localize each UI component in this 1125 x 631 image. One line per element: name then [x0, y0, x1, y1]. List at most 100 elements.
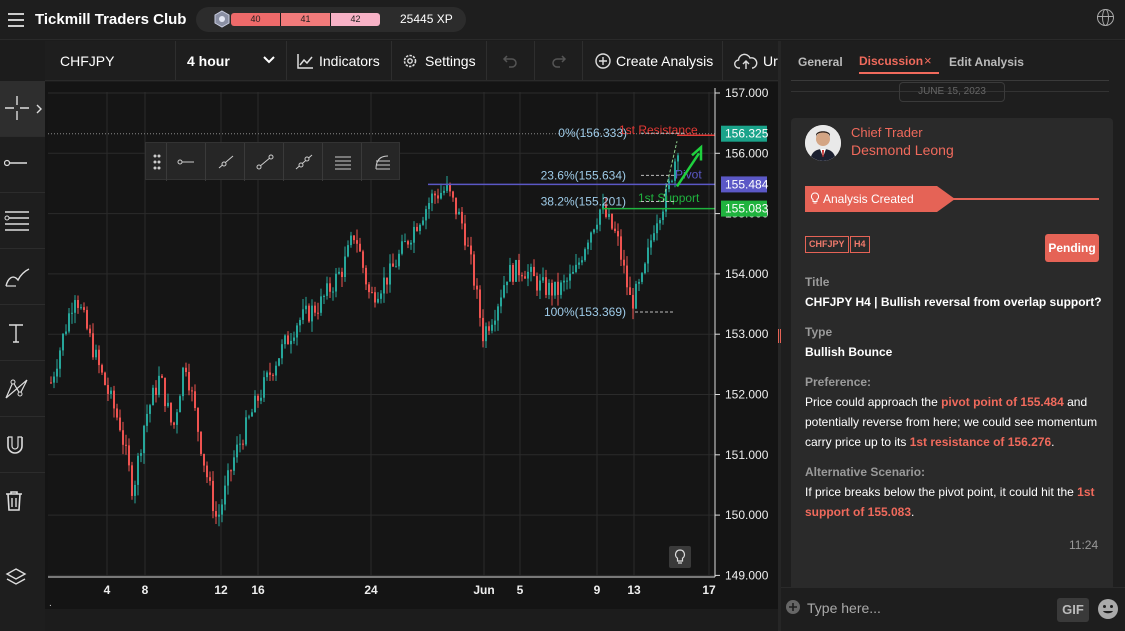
candle-body [632, 294, 634, 309]
text-tool[interactable] [0, 305, 45, 361]
candle-body [542, 277, 544, 281]
message-bar: GIF [781, 587, 1125, 631]
trash-tool[interactable] [0, 473, 45, 529]
candle-body [173, 422, 175, 425]
x-tick-label: Jun [473, 583, 494, 597]
magnet-tool[interactable] [0, 417, 45, 473]
candle-body [338, 271, 340, 274]
layers-tool[interactable] [0, 557, 45, 613]
symbol-selector[interactable]: CHFJPY [45, 41, 176, 80]
candle-body [503, 285, 505, 298]
candle-body [476, 285, 478, 290]
candle-body [62, 333, 64, 351]
analysis-card: Chief Trader Desmond Leong Analysis Crea… [791, 118, 1113, 608]
undo-button[interactable] [487, 41, 535, 80]
brush-tool[interactable] [0, 249, 45, 305]
trash-icon [6, 491, 22, 511]
layers-icon [5, 568, 27, 585]
candle-body [290, 340, 292, 345]
xp-level: 40 [231, 13, 280, 26]
fib-tool[interactable] [0, 193, 45, 249]
candle-body [134, 484, 136, 496]
timeframe-select[interactable]: 4 hour [176, 41, 287, 80]
x-tick-label: 12 [214, 583, 228, 597]
undo-icon [502, 55, 517, 68]
parallel-channel-icon[interactable] [334, 154, 352, 170]
candle-body [434, 193, 436, 196]
crosshair-tool[interactable] [0, 81, 45, 137]
candle-body [284, 335, 286, 345]
candle-body [473, 254, 475, 286]
candle-body [407, 241, 409, 245]
tab-underline [791, 80, 1109, 81]
status-banner: Analysis Created [805, 186, 955, 212]
candle-body [485, 326, 487, 342]
plus-circle-icon[interactable] [785, 599, 801, 615]
fib-level-label: 0%(156.333) [558, 126, 627, 140]
candle-body [92, 333, 94, 358]
chart-toolbar: CHFJPY 4 hour Indicators Settings Create… [45, 41, 778, 81]
menu-icon[interactable] [8, 13, 24, 27]
candle-body [350, 235, 352, 246]
candle-body [431, 193, 433, 204]
author-name[interactable]: Desmond Leong [851, 142, 954, 158]
candle-body [494, 320, 496, 325]
candle-body [323, 295, 325, 297]
pattern-tool[interactable] [0, 361, 45, 417]
trend-line-icon[interactable] [256, 154, 274, 170]
create-analysis-button[interactable]: Create Analysis [583, 41, 723, 80]
xp-level: 41 [280, 13, 330, 26]
fib-extension-icon[interactable] [373, 154, 391, 170]
drag-handle-icon[interactable] [153, 154, 161, 170]
candle-body [254, 395, 256, 413]
magnet-icon [7, 436, 23, 454]
chart-line-icon [297, 54, 313, 69]
trend-ray-icon[interactable] [217, 154, 235, 170]
candle-body [377, 298, 379, 303]
tab-general[interactable]: General [798, 55, 843, 69]
xp-value: 25445 XP [400, 12, 453, 26]
upload-button[interactable]: Ur [723, 41, 778, 80]
line-tool[interactable] [0, 137, 45, 193]
y-tick-label: 149.000 [725, 568, 769, 582]
candle-body [359, 243, 361, 252]
horizontal-ray-icon[interactable] [177, 155, 195, 169]
candle-body [548, 282, 550, 295]
indicators-button[interactable]: Indicators [287, 41, 392, 80]
symbol-tag: CHFJPY [805, 236, 849, 253]
redo-button[interactable] [535, 41, 583, 80]
rank-badge-icon [214, 10, 230, 28]
candle-body [218, 514, 220, 517]
candle-body [599, 209, 601, 225]
candle-body [443, 190, 445, 193]
y-tick-label: 157.000 [725, 86, 769, 100]
candle-body [482, 317, 484, 342]
floating-drawing-toolbar [145, 142, 400, 181]
candle-body [353, 235, 355, 241]
candle-body [245, 417, 247, 445]
candle-body [110, 390, 112, 394]
tab-edit-analysis[interactable]: Edit Analysis [949, 55, 1024, 69]
text-icon [9, 324, 23, 343]
globe-icon[interactable] [1097, 9, 1114, 26]
emoji-icon[interactable] [1097, 598, 1119, 620]
settings-button[interactable]: Settings [392, 41, 487, 80]
candle-body [176, 412, 178, 425]
y-tick-label: 153.000 [725, 327, 769, 341]
candle-body [569, 273, 571, 281]
candle-body [74, 299, 76, 313]
message-input[interactable] [807, 598, 1047, 618]
candle-body [470, 245, 472, 255]
idea-button[interactable] [669, 546, 691, 568]
close-icon[interactable]: × [924, 53, 932, 68]
settings-label: Settings [425, 53, 476, 69]
candle-body [416, 226, 418, 231]
price-chart[interactable]: 1st Resistance Pivot 1st Support 0%(156.333… [45, 82, 778, 609]
chevron-right-icon[interactable] [36, 104, 42, 114]
gif-button[interactable]: GIF [1057, 598, 1089, 622]
alternative-label: Alternative Scenario: [805, 465, 926, 479]
candle-body [182, 367, 184, 397]
tab-discussion[interactable]: Discussion [859, 54, 923, 68]
extended-line-icon[interactable] [295, 154, 313, 170]
candle-body [533, 266, 535, 277]
